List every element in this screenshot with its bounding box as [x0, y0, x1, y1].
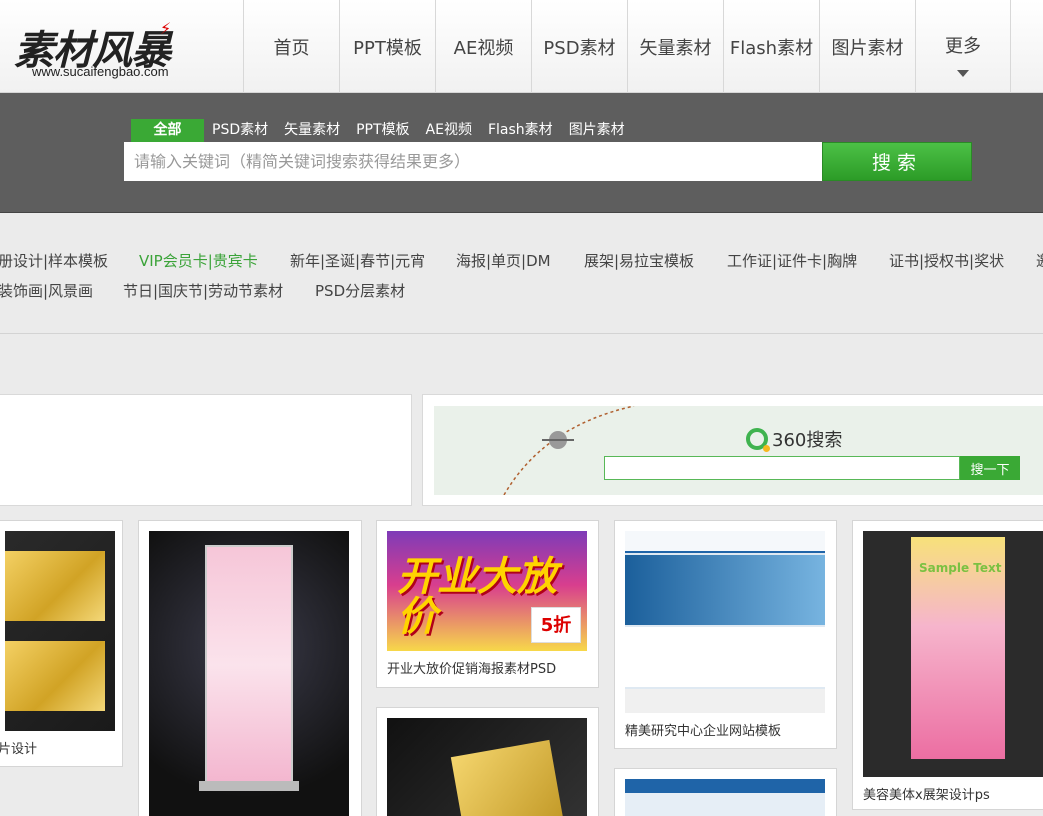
material-card[interactable] [138, 520, 362, 816]
card-caption: 开业大放价促销海报素材PSD [387, 662, 557, 677]
site-template-banner [625, 555, 825, 625]
material-card[interactable]: 开业大放价 5折 开业大放价促销海报素材PSD [376, 520, 599, 688]
nav-flash[interactable]: Flash素材 [723, 0, 819, 93]
search-band: 全部 PSD素材 矢量素材 PPT模板 AE视频 Flash素材 图片素材 搜索 [0, 93, 1043, 213]
category-link[interactable]: 展架|易拉宝模板 [584, 250, 694, 271]
360-logo-icon [746, 428, 770, 452]
search-tabs: 全部 PSD素材 矢量素材 PPT模板 AE视频 Flash素材 图片素材 [131, 119, 633, 142]
category-link[interactable]: 册设计|样本模板 [0, 250, 108, 271]
site-template-header [625, 531, 825, 553]
category-link[interactable]: PSD分层素材 [315, 280, 405, 301]
material-card[interactable]: 精美研究中心企业网站模板 [614, 520, 837, 749]
360-search-logo: 360搜索 [746, 426, 842, 452]
site-header: 素材风暴 ⚡ www.sucaifengbao.com 首页 PPT模板 AE视… [0, 0, 1043, 93]
material-card[interactable] [376, 707, 599, 816]
card-caption: 精美研究中心企业网站模板 [625, 724, 782, 739]
search-input[interactable] [124, 142, 823, 181]
category-link[interactable]: 工作证|证件卡|胸牌 [727, 250, 857, 271]
360-brand-label: 360搜索 [772, 430, 843, 451]
gold-card-graphic [5, 551, 105, 621]
nav-home[interactable]: 首页 [243, 0, 339, 93]
card-thumbnail [387, 718, 587, 816]
category-link-vip[interactable]: VIP会员卡|贵宾卡 [139, 250, 258, 271]
gold-card-graphic [450, 739, 564, 816]
category-link[interactable]: 邀 [1036, 250, 1043, 271]
ad-slot-left[interactable] [0, 394, 412, 506]
category-link[interactable]: 节日|国庆节|劳动节素材 [123, 280, 283, 301]
main-nav: 首页 PPT模板 AE视频 PSD素材 矢量素材 Flash素材 图片素材 更多 [243, 0, 1011, 93]
category-link[interactable]: 海报|单页|DM [456, 250, 551, 271]
card-thumbnail [625, 779, 825, 816]
nav-psd[interactable]: PSD素材 [531, 0, 627, 93]
sale-badge: 5折 [531, 607, 581, 643]
search-tab-psd[interactable]: PSD素材 [204, 119, 276, 142]
search-tab-ppt[interactable]: PPT模板 [348, 119, 417, 142]
site-template-footer [625, 689, 825, 713]
site-template-body [625, 627, 825, 687]
search-tab-images[interactable]: 图片素材 [561, 119, 633, 142]
logo-url: www.sucaifengbao.com [32, 64, 169, 79]
category-link[interactable]: 新年|圣诞|春节|元宵 [290, 250, 425, 271]
card-caption: 名片设计 [0, 742, 38, 757]
site-template-header [625, 779, 825, 793]
nav-more-label: 更多 [945, 35, 981, 57]
category-link[interactable]: 证书|授权书|奖状 [889, 250, 1004, 271]
material-card[interactable]: 名片设计 [0, 520, 123, 767]
card-thumbnail: 开业大放价 5折 [387, 531, 587, 651]
ad-360-banner: 360搜索 搜一下 [434, 406, 1043, 495]
nav-ae-video[interactable]: AE视频 [435, 0, 531, 93]
gold-card-graphic [5, 641, 105, 711]
search-tab-vector[interactable]: 矢量素材 [276, 119, 348, 142]
card-thumbnail [625, 531, 825, 713]
material-card[interactable] [614, 768, 837, 816]
360-search-input[interactable] [604, 456, 960, 480]
card-thumbnail [5, 531, 115, 731]
ad-slot-360: 360搜索 搜一下 [422, 394, 1043, 506]
chevron-down-icon [957, 70, 969, 77]
rollup-banner-graphic [205, 545, 293, 785]
card-caption: 美容美体x展架设计ps [863, 788, 990, 803]
lightning-icon: ⚡ [160, 19, 172, 38]
card-thumbnail [149, 531, 349, 816]
search-tab-flash[interactable]: Flash素材 [480, 119, 561, 142]
satellite-icon [503, 406, 635, 495]
nav-images[interactable]: 图片素材 [819, 0, 915, 93]
search-tab-ae[interactable]: AE视频 [418, 119, 480, 142]
search-button[interactable]: 搜索 [822, 142, 972, 181]
nav-vector[interactable]: 矢量素材 [627, 0, 723, 93]
site-logo[interactable]: 素材风暴 ⚡ www.sucaifengbao.com [10, 18, 210, 82]
material-card[interactable]: Sample Text 美容美体x展架设计ps [852, 520, 1043, 810]
poster-title: Sample Text [919, 561, 1002, 575]
360-search-button[interactable]: 搜一下 [960, 456, 1020, 480]
nav-ppt[interactable]: PPT模板 [339, 0, 435, 93]
rollup-banner-base [199, 781, 299, 791]
category-link[interactable]: 装饰画|风景画 [0, 280, 93, 301]
nav-more[interactable]: 更多 [915, 0, 1011, 93]
category-links: 册设计|样本模板 VIP会员卡|贵宾卡 新年|圣诞|春节|元宵 海报|单页|DM… [0, 214, 1043, 334]
search-tab-all[interactable]: 全部 [131, 119, 204, 142]
card-thumbnail: Sample Text [863, 531, 1043, 777]
